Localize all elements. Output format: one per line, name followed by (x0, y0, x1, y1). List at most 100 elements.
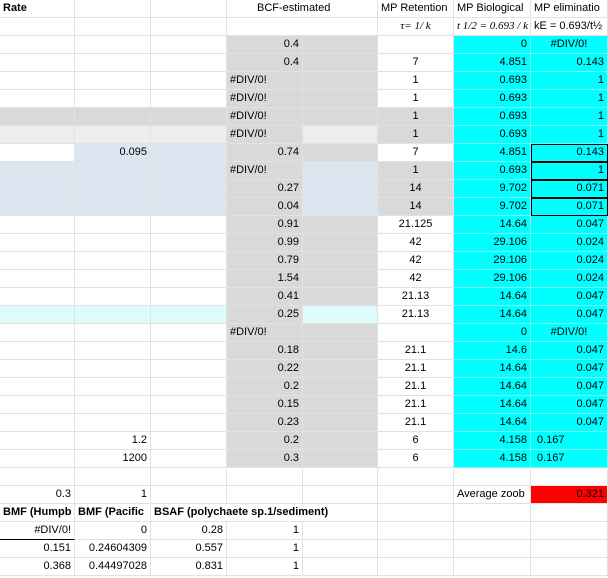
cell-a[interactable] (0, 270, 75, 288)
cell-d2[interactable] (303, 126, 378, 144)
cell-mp-elimination[interactable]: 0.071 (531, 180, 608, 198)
cell-d2[interactable] (303, 378, 378, 396)
cell-c[interactable] (151, 108, 227, 126)
cell-empty[interactable] (454, 504, 531, 522)
cell-a[interactable] (0, 306, 75, 324)
cell-c[interactable] (151, 216, 227, 234)
cell-empty[interactable] (454, 522, 531, 540)
cell-bmf-pacific[interactable]: 0.44497028 (75, 558, 151, 576)
cell-mp-retention[interactable]: 21.1 (378, 414, 454, 432)
cell-mp-retention[interactable]: 14 (378, 180, 454, 198)
cell-b[interactable]: 0.095 (75, 144, 151, 162)
cell-sub-elimination-formula[interactable]: kE = 0.693/t½ (531, 18, 608, 36)
cell-mp-biological[interactable]: 29.106 (454, 234, 531, 252)
cell-empty[interactable] (303, 522, 378, 540)
cell-bcf-estimated[interactable]: 0.41 (227, 288, 303, 306)
cell-mp-retention[interactable]: 1 (378, 126, 454, 144)
cell-b[interactable] (75, 198, 151, 216)
cell-empty[interactable] (531, 558, 608, 576)
cell-empty[interactable] (531, 540, 608, 558)
cell-a[interactable] (0, 288, 75, 306)
cell-mp-retention[interactable]: 14 (378, 198, 454, 216)
cell-mp-biological[interactable]: 0 (454, 36, 531, 54)
cell-mp-retention[interactable]: 21.13 (378, 306, 454, 324)
cell-mp-elimination[interactable]: 0.167 (531, 450, 608, 468)
cell-d2[interactable] (303, 414, 378, 432)
cell-header-mp-retention[interactable]: MP Retention (378, 0, 454, 18)
cell-b[interactable] (75, 234, 151, 252)
cell-c[interactable] (151, 360, 227, 378)
cell-c[interactable] (151, 414, 227, 432)
cell-c[interactable] (151, 198, 227, 216)
cell-mp-biological[interactable]: 14.64 (454, 378, 531, 396)
cell-mp-biological[interactable]: 0.693 (454, 126, 531, 144)
cell-a[interactable] (0, 360, 75, 378)
cell-bsaf-ref[interactable]: 1 (227, 522, 303, 540)
cell-mp-elimination[interactable]: 1 (531, 126, 608, 144)
cell-average-label[interactable]: Average zoob (454, 486, 531, 504)
cell-header-bmf-pacific[interactable]: BMF (Pacific (75, 504, 151, 522)
cell-b[interactable] (75, 180, 151, 198)
cell-bcf-estimated[interactable]: 0.18 (227, 342, 303, 360)
cell-empty[interactable] (303, 540, 378, 558)
cell-average-value[interactable]: 0.321 (531, 486, 608, 504)
cell-bsaf-ref[interactable]: 1 (227, 558, 303, 576)
cell-a[interactable] (0, 432, 75, 450)
cell-mp-biological[interactable]: 29.106 (454, 252, 531, 270)
cell-d2[interactable] (303, 90, 378, 108)
cell-c[interactable] (151, 324, 227, 342)
cell-d2[interactable] (303, 108, 378, 126)
cell-c[interactable] (151, 90, 227, 108)
cell-b[interactable] (75, 90, 151, 108)
cell-mp-elimination[interactable]: 0.167 (531, 432, 608, 450)
cell-mp-retention[interactable]: 1 (378, 90, 454, 108)
cell-b[interactable] (75, 162, 151, 180)
cell-b[interactable] (75, 252, 151, 270)
cell-mp-elimination[interactable]: 0.047 (531, 396, 608, 414)
cell-mp-biological[interactable]: 14.64 (454, 360, 531, 378)
cell-d2[interactable] (303, 450, 378, 468)
cell-sub-a[interactable] (0, 18, 75, 36)
cell-mp-biological[interactable]: 14.64 (454, 414, 531, 432)
cell-bcf-estimated[interactable]: #DIV/0! (227, 324, 303, 342)
cell-mp-retention[interactable]: 6 (378, 450, 454, 468)
cell-header-rate[interactable]: Rate (0, 0, 75, 18)
cell-d2[interactable] (303, 486, 378, 504)
cell-bcf-estimated[interactable]: 0.4 (227, 36, 303, 54)
cell-header-mp-biological[interactable]: MP Biological (454, 0, 531, 18)
cell-bcf-estimated[interactable]: 0.22 (227, 360, 303, 378)
cell-mp-biological[interactable]: 14.64 (454, 306, 531, 324)
cell-b[interactable] (75, 306, 151, 324)
cell-c[interactable] (151, 36, 227, 54)
cell-mp-biological[interactable]: 14.64 (454, 396, 531, 414)
cell-d2[interactable] (303, 144, 378, 162)
cell-a[interactable] (0, 450, 75, 468)
cell-d2[interactable] (303, 396, 378, 414)
cell-mp-elimination[interactable]: #DIV/0! (531, 36, 608, 54)
cell-empty[interactable] (531, 522, 608, 540)
cell-sub-halflife-formula[interactable]: t 1/2 = 0.693 / k (454, 18, 531, 36)
cell-mp-elimination[interactable]: 0.143 (531, 54, 608, 72)
cell-d2[interactable] (303, 180, 378, 198)
cell-a[interactable] (0, 324, 75, 342)
cell-c[interactable] (151, 234, 227, 252)
cell-c[interactable] (151, 468, 227, 486)
cell-b[interactable] (75, 468, 151, 486)
cell-a[interactable]: 0.3 (0, 486, 75, 504)
cell-d2[interactable] (303, 468, 378, 486)
cell-sub-retention-formula[interactable]: τ= 1/ k (378, 18, 454, 36)
cell-header-mp-elimination[interactable]: MP eliminatio (531, 0, 608, 18)
cell-a[interactable] (0, 72, 75, 90)
cell-header-bmf-humpback[interactable]: BMF (Humpb (0, 504, 75, 522)
cell-b[interactable]: 1 (75, 486, 151, 504)
cell-b[interactable] (75, 288, 151, 306)
cell-a[interactable] (0, 144, 75, 162)
cell-mp-retention[interactable]: 42 (378, 270, 454, 288)
cell-empty[interactable] (378, 504, 454, 522)
cell-mp-elimination[interactable]: 0.024 (531, 270, 608, 288)
cell-c[interactable] (151, 288, 227, 306)
cell-mp-elimination[interactable]: 0.071 (531, 198, 608, 216)
cell-bcf-estimated[interactable]: 0.3 (227, 450, 303, 468)
cell-mp-biological[interactable]: 14.64 (454, 288, 531, 306)
cell-d2[interactable] (303, 360, 378, 378)
